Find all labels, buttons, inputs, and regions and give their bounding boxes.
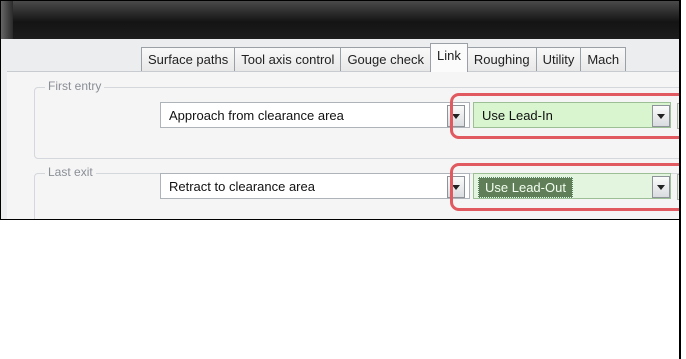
first-entry-approach-value: Approach from clearance area <box>169 108 344 123</box>
last-exit-retract-select[interactable]: Retract to clearance area <box>160 173 470 199</box>
tab-roughing[interactable]: Roughing <box>466 47 537 72</box>
tab-tool-axis-control[interactable]: Tool axis control <box>234 47 342 72</box>
tab-link[interactable]: Link <box>430 43 468 72</box>
last-exit-label: Last exit <box>45 165 96 179</box>
first-entry-approach-select[interactable]: Approach from clearance area <box>160 102 470 128</box>
window-right-border <box>679 0 681 359</box>
tab-gouge-check[interactable]: Gouge check <box>340 47 432 72</box>
lead-out-highlight-annotation <box>450 163 681 211</box>
first-entry-label: First entry <box>45 79 105 93</box>
title-bar <box>1 1 681 39</box>
tab-mach[interactable]: Mach <box>580 47 627 72</box>
title-bar-edge <box>1 1 13 39</box>
tab-surface-paths[interactable]: Surface paths <box>141 47 236 72</box>
last-exit-retract-value: Retract to clearance area <box>169 179 315 194</box>
lead-in-highlight-annotation <box>450 93 681 139</box>
tab-strip: Surface paths Tool axis control Gouge ch… <box>141 43 627 72</box>
tab-utility[interactable]: Utility <box>535 47 582 72</box>
dialog-window: Surface paths Tool axis control Gouge ch… <box>0 0 681 220</box>
